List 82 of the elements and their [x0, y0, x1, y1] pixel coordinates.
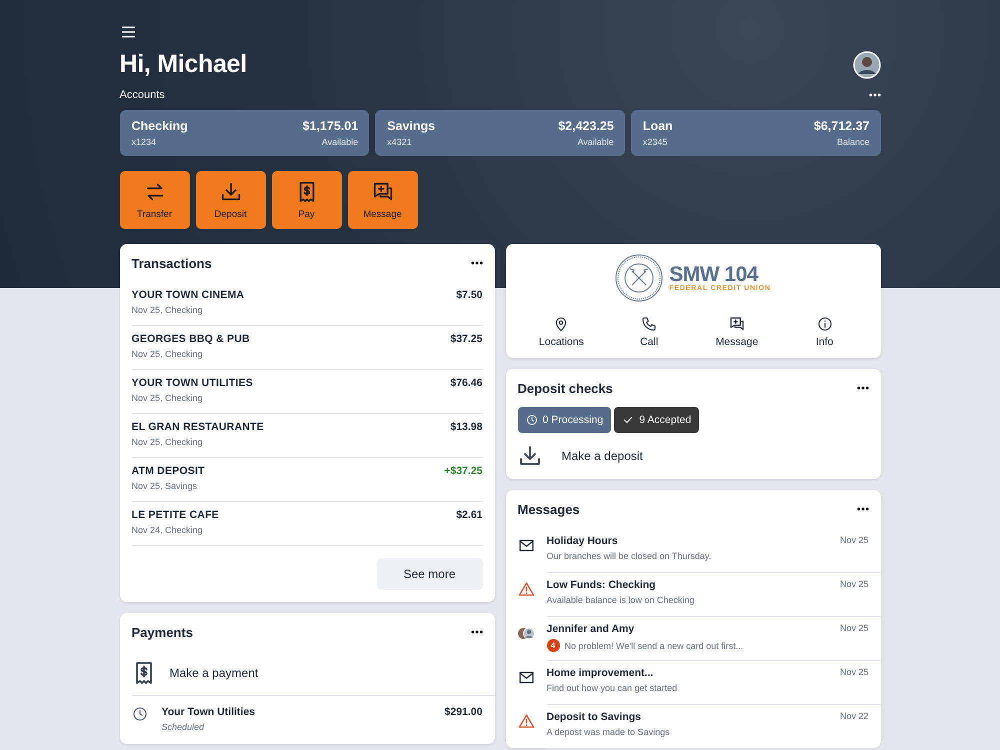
more-options-icon[interactable] — [470, 630, 482, 634]
transaction-amount: +$37.25 — [444, 465, 482, 477]
transaction-name: GEORGES BBQ & PUB — [132, 333, 250, 345]
more-options-icon[interactable] — [868, 93, 880, 97]
message-preview: Find out how you can get started — [546, 683, 678, 693]
transaction-detail: Nov 25, Savings — [132, 481, 198, 491]
info-icon — [816, 316, 833, 332]
logo-name: SMW 104 — [669, 264, 758, 285]
avatar-icon[interactable] — [852, 50, 880, 78]
transaction-amount: $76.46 — [450, 377, 482, 389]
card-title: Payments — [132, 624, 193, 640]
message-date: Nov 25 — [840, 535, 868, 547]
message-date: Nov 25 — [840, 623, 868, 635]
action-button[interactable]: Deposit — [196, 171, 266, 229]
message-title: Jennifer and Amy — [546, 623, 634, 635]
message-title: Low Funds: Checking — [546, 579, 656, 591]
card-title: Deposit checks — [518, 380, 613, 396]
quick-link[interactable]: Message — [693, 316, 781, 348]
account-card[interactable]: Checking x1234 $1,175.01 Available — [120, 110, 370, 156]
message-title: Holiday Hours — [546, 535, 618, 547]
make-deposit-link[interactable]: Make a deposit — [562, 449, 643, 463]
download-tray-icon — [220, 180, 242, 202]
transaction-name: YOUR TOWN UTILITIES — [132, 377, 253, 389]
unread-count-badge: 4 — [546, 639, 560, 652]
chat-plus-icon — [372, 180, 394, 202]
message-preview: A depost was made to Savings — [546, 727, 670, 737]
message-preview: Our branches will be closed on Thursday. — [546, 551, 712, 561]
action-button[interactable]: Transfer — [120, 171, 190, 229]
message-date: Nov 22 — [840, 711, 868, 723]
avatar-pair-icon — [518, 625, 534, 642]
message-title: Deposit to Savings — [546, 711, 642, 723]
transaction-amount: $13.98 — [450, 421, 482, 433]
check-icon — [622, 414, 634, 426]
transaction-amount: $2.61 — [456, 509, 482, 521]
payment-status: Scheduled — [162, 722, 206, 732]
status-chip[interactable]: 9 Accepted — [614, 407, 700, 433]
clock-icon — [526, 414, 538, 426]
menu-icon[interactable] — [122, 26, 134, 38]
message-date: Nov 25 — [840, 667, 868, 679]
account-card[interactable]: Loan x2345 $6,712.37 Balance — [630, 110, 880, 156]
quick-link[interactable]: Call — [605, 316, 693, 348]
transaction-name: LE PETITE CAFE — [132, 509, 219, 521]
card-title: Transactions — [132, 256, 212, 270]
payee-name: Your Town Utilities — [162, 706, 256, 718]
quick-link[interactable]: Info — [780, 316, 868, 348]
transaction-name: ATM DEPOSIT — [132, 465, 205, 477]
envelope-icon — [518, 669, 534, 686]
action-button[interactable]: Pay — [272, 171, 342, 229]
account-card[interactable]: Savings x4321 $2,423.25 Available — [375, 110, 625, 156]
clock-icon — [132, 706, 148, 722]
message-preview: No problem! We'll send a new card out first... — [564, 640, 744, 650]
accounts-label: Accounts — [120, 89, 165, 101]
transaction-amount: $7.50 — [456, 289, 482, 301]
quick-link[interactable]: Locations — [518, 316, 606, 348]
warning-icon — [518, 713, 534, 730]
transaction-detail: Nov 25, Checking — [132, 349, 204, 359]
download-tray-icon — [518, 444, 542, 468]
transaction-detail: Nov 25, Checking — [132, 437, 204, 447]
greeting: Hi, Michael — [120, 50, 247, 79]
message-preview: Available balance is low on Checking — [546, 595, 694, 605]
more-options-icon[interactable] — [856, 507, 868, 511]
see-more-button[interactable]: See more — [376, 558, 482, 590]
transaction-detail: Nov 25, Checking — [132, 305, 204, 315]
message-title: Home improvement... — [546, 667, 654, 679]
make-payment-link[interactable]: Make a payment — [170, 666, 258, 680]
message-date: Nov 25 — [840, 579, 868, 591]
transaction-name: YOUR TOWN CINEMA — [132, 289, 244, 301]
transaction-name: EL GRAN RESTAURANTE — [132, 421, 264, 433]
seal-drawing — [615, 254, 664, 302]
more-options-icon[interactable] — [470, 261, 482, 265]
more-options-icon[interactable] — [856, 386, 868, 390]
warning-icon — [518, 581, 534, 598]
transaction-detail: Nov 24, Checking — [132, 525, 204, 535]
transaction-amount: $37.25 — [450, 333, 482, 345]
action-button[interactable]: Message — [348, 171, 418, 229]
transaction-detail: Nov 25, Checking — [132, 393, 204, 403]
envelope-icon — [518, 537, 534, 554]
status-chip[interactable]: 0 Processing — [518, 407, 612, 433]
phone-icon — [641, 316, 658, 332]
card-title: Messages — [518, 502, 580, 516]
chat-plus-icon — [728, 316, 745, 332]
payment-amount: $291.00 — [444, 706, 482, 718]
